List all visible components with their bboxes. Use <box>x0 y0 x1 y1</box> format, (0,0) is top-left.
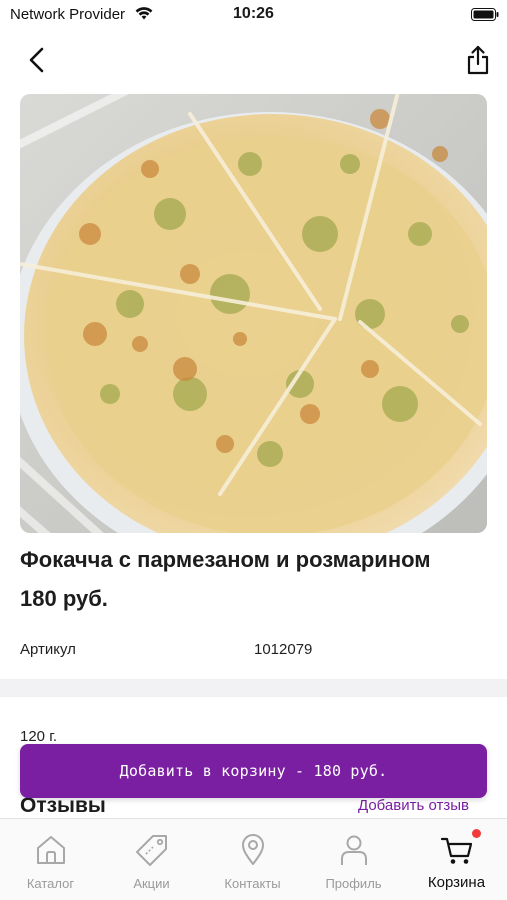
article-row: Артикул 1012079 <box>20 641 487 663</box>
tab-catalog[interactable]: Каталог <box>0 819 101 900</box>
home-icon <box>36 836 65 864</box>
tab-profile[interactable]: Профиль <box>303 819 404 900</box>
article-label: Артикул <box>20 641 76 658</box>
cart-badge-dot <box>472 829 481 838</box>
chevron-left-icon <box>29 47 44 73</box>
pizza-focaccia-image <box>20 94 487 533</box>
tab-promotions[interactable]: Акции <box>101 819 202 900</box>
user-icon <box>340 835 367 865</box>
tab-label: Профиль <box>325 876 382 891</box>
product-weight: 120 г. <box>20 728 58 745</box>
tab-label: Акции <box>133 876 170 891</box>
tab-label: Каталог <box>26 876 75 891</box>
tag-icon <box>135 835 167 866</box>
add-review-link[interactable]: Добавить отзыв <box>358 797 469 814</box>
tab-label: Корзина <box>427 874 486 891</box>
battery-icon <box>471 8 499 21</box>
location-pin-icon <box>241 834 264 865</box>
share-icon <box>467 45 489 75</box>
product-title: Фокачча с пармезаном и розмарином <box>20 547 431 572</box>
navigation-bar <box>0 34 507 86</box>
status-time: 10:26 <box>233 5 274 22</box>
tab-cart[interactable]: Корзина <box>406 819 507 900</box>
article-value: 1012079 <box>254 641 313 658</box>
share-button[interactable] <box>460 42 496 78</box>
cart-icon <box>440 837 472 864</box>
product-price: 180 руб. <box>20 586 108 611</box>
tab-label: Контакты <box>224 876 281 891</box>
tab-bar: Каталог Акции Контакты Профиль Корзина <box>0 818 507 900</box>
back-button[interactable] <box>20 42 54 78</box>
section-divider <box>0 679 507 697</box>
add-to-cart-button[interactable]: Добавить в корзину - 180 руб. <box>20 744 487 798</box>
tab-contacts[interactable]: Контакты <box>202 819 303 900</box>
product-image <box>20 94 487 533</box>
status-bar: Network Provider 10:26 <box>0 0 507 30</box>
